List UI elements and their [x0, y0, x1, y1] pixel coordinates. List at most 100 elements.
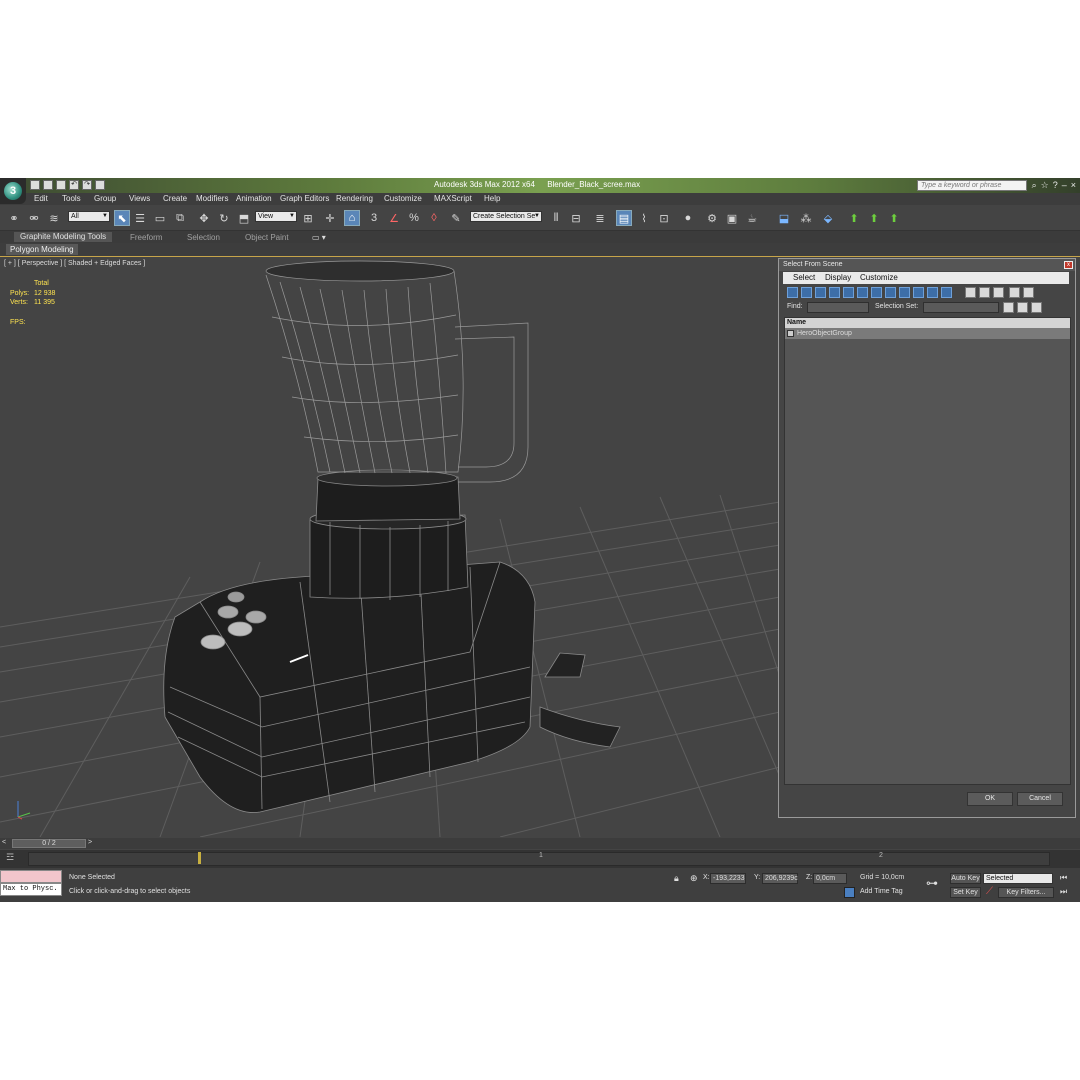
filter-xrefs-icon[interactable]	[885, 287, 896, 298]
display-none-icon[interactable]	[979, 287, 990, 298]
rendered-frame-window-icon[interactable]: ▣	[724, 210, 740, 226]
key-filters-button[interactable]: Key Filters...	[998, 887, 1054, 898]
star-icon[interactable]: ☆	[1041, 180, 1049, 191]
container-icon[interactable]: ⬓	[776, 210, 792, 226]
keyboard-shortcut-override-icon[interactable]: ⌂	[344, 210, 360, 226]
menu-animation[interactable]: Animation	[236, 194, 272, 203]
project-folder-icon[interactable]	[95, 180, 105, 190]
filter-space-warps-icon[interactable]	[857, 287, 868, 298]
time-slider-handle[interactable]: 0 / 2	[12, 839, 86, 848]
window-crossing-icon[interactable]: ⧉	[172, 210, 188, 226]
selection-filter-dropdown[interactable]: All ▼	[68, 211, 110, 222]
tab-object-paint[interactable]: Object Paint	[245, 233, 289, 242]
material-editor-icon[interactable]: ●	[680, 210, 696, 226]
scale-icon[interactable]: ⬒	[236, 210, 252, 226]
percent-snap-icon[interactable]: %	[406, 210, 422, 226]
binoculars-icon[interactable]: ⌕	[1032, 180, 1037, 191]
go-to-end-icon[interactable]: ⏭	[1060, 887, 1067, 897]
filter-hidden-icon[interactable]	[941, 287, 952, 298]
maxscript-input[interactable]: Max to Physc.	[0, 883, 62, 896]
unlink-icon[interactable]: ⚮	[26, 210, 42, 226]
select-influences-icon[interactable]	[1031, 302, 1042, 313]
dialog-menu-customize[interactable]: Customize	[860, 273, 898, 282]
menu-graph-editors[interactable]: Graph Editors	[280, 194, 329, 203]
save-file-icon[interactable]	[56, 180, 66, 190]
graphite-toggle-icon[interactable]: ▤	[616, 210, 632, 226]
curve-editor-icon[interactable]: ⌇	[636, 210, 652, 226]
menu-group[interactable]: Group	[94, 194, 116, 203]
menu-customize[interactable]: Customize	[384, 194, 422, 203]
set-key-button[interactable]: Set Key	[950, 887, 981, 898]
rectangular-selection-icon[interactable]: ▭	[152, 210, 168, 226]
menu-tools[interactable]: Tools	[62, 194, 81, 203]
time-slider[interactable]: < 0 / 2 >	[0, 838, 1080, 849]
reference-coordinate-dropdown[interactable]: View ▼	[255, 211, 297, 222]
new-file-icon[interactable]	[30, 180, 40, 190]
key-mode-icon[interactable]: ⊶	[926, 876, 938, 890]
filter-containers-icon[interactable]	[913, 287, 924, 298]
close-window-icon[interactable]: ×	[1071, 180, 1076, 191]
align-icon[interactable]: ⊟	[568, 210, 584, 226]
pivot-center-icon[interactable]: ⊞	[300, 210, 316, 226]
go-to-start-icon[interactable]: ⏮	[1060, 873, 1067, 883]
filter-shapes-icon[interactable]	[801, 287, 812, 298]
redo-icon[interactable]: ↷	[82, 180, 92, 190]
select-object-icon[interactable]: ⬉	[114, 210, 130, 226]
key-mode-dropdown[interactable]: Selected	[983, 873, 1053, 884]
dialog-title[interactable]: Select From Scene	[779, 259, 1075, 271]
sync-selection-icon[interactable]	[1009, 287, 1020, 298]
physx-icon[interactable]: ⬙	[820, 210, 836, 226]
render-setup-icon[interactable]: ⚙	[704, 210, 720, 226]
menu-create[interactable]: Create	[163, 194, 187, 203]
select-manipulate-icon[interactable]: ✛	[322, 210, 338, 226]
open-file-icon[interactable]	[43, 180, 53, 190]
add-time-tag-button[interactable]: Add Time Tag	[860, 888, 903, 895]
dialog-close-button[interactable]: x	[1064, 261, 1073, 269]
filter-frozen-icon[interactable]	[927, 287, 938, 298]
filter-funnel-icon[interactable]	[1023, 287, 1034, 298]
z-coord-field[interactable]: 0,0cm	[813, 873, 847, 884]
snaps-toggle-icon[interactable]: 3	[366, 210, 382, 226]
spinner-snap-icon[interactable]: ◊	[426, 210, 442, 226]
help-icon[interactable]: ?	[1053, 180, 1058, 191]
set-key-icon[interactable]: ⟋	[986, 886, 993, 897]
tab-graphite-modeling-tools[interactable]: Graphite Modeling Tools	[14, 232, 113, 242]
filter-geometry-icon[interactable]	[787, 287, 798, 298]
auto-key-button[interactable]: Auto Key	[950, 873, 981, 884]
key-marker[interactable]	[198, 852, 201, 864]
filter-bones-icon[interactable]	[899, 287, 910, 298]
menu-maxscript[interactable]: MAXScript	[434, 194, 472, 203]
viewport-label[interactable]: [ + ] [ Perspective ] [ Shaded + Edged F…	[4, 260, 145, 267]
select-children-icon[interactable]	[1017, 302, 1028, 313]
edit-named-selection-icon[interactable]: ✎	[448, 210, 464, 226]
prev-frame-button[interactable]: <	[2, 839, 6, 846]
x-coord-field[interactable]: -193,2233	[710, 873, 746, 884]
help-search-input[interactable]: Type a keyword or phrase	[917, 180, 1027, 191]
filter-lights-icon[interactable]	[815, 287, 826, 298]
select-dependents-icon[interactable]	[1003, 302, 1014, 313]
layer-manager-icon[interactable]: ≣	[592, 210, 608, 226]
menu-rendering[interactable]: Rendering	[336, 194, 373, 203]
time-tag-icon[interactable]	[844, 887, 855, 898]
ribbon-options-icon[interactable]: ▭ ▾	[312, 233, 326, 242]
name-column-header[interactable]: Name	[785, 318, 1070, 328]
named-selection-set-dropdown[interactable]: Create Selection Se ▼	[470, 211, 542, 222]
link-icon[interactable]: ⚭	[6, 210, 22, 226]
dialog-menu-select[interactable]: Select	[793, 273, 815, 282]
menu-views[interactable]: Views	[129, 194, 150, 203]
schematic-view-icon[interactable]: ⊡	[656, 210, 672, 226]
move-icon[interactable]: ✥	[196, 210, 212, 226]
menu-modifiers[interactable]: Modifiers	[196, 194, 228, 203]
angle-snap-icon[interactable]: ∠	[386, 210, 402, 226]
absolute-mode-icon[interactable]: ⊕	[690, 873, 698, 884]
list-item[interactable]: HeroObjectGroup	[785, 328, 1070, 339]
select-by-name-icon[interactable]: ☰	[132, 210, 148, 226]
undo-icon[interactable]: ↶	[69, 180, 79, 190]
filter-groups-icon[interactable]	[871, 287, 882, 298]
lock-selection-icon[interactable]: 🔒︎	[674, 873, 679, 884]
find-input[interactable]	[807, 302, 869, 313]
display-invert-icon[interactable]	[993, 287, 1004, 298]
tab-selection[interactable]: Selection	[187, 233, 220, 242]
display-all-icon[interactable]	[965, 287, 976, 298]
menu-help[interactable]: Help	[484, 194, 500, 203]
